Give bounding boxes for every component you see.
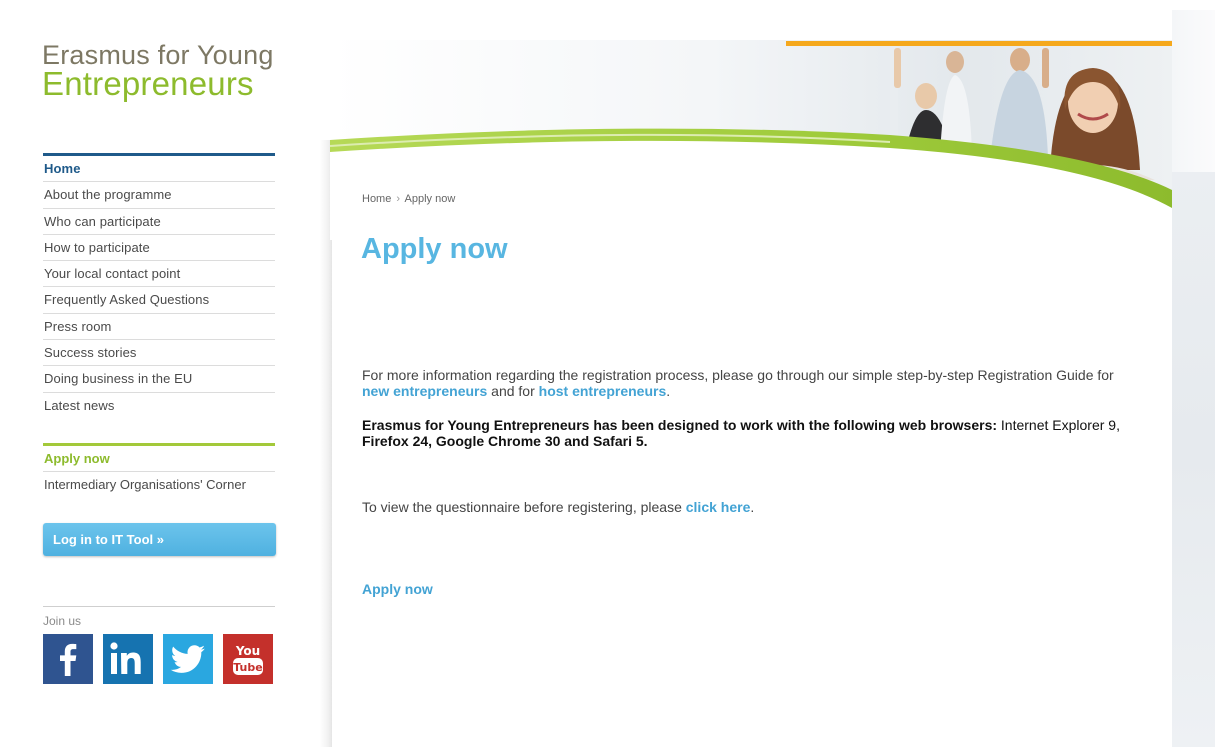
twitter-icon[interactable]: [163, 634, 213, 684]
login-it-tool-button[interactable]: Log in to IT Tool »: [43, 523, 276, 556]
page-title: Apply now: [361, 233, 508, 265]
p1-text-a: For more information regarding the regis…: [362, 367, 1114, 383]
nav-item-success-stories[interactable]: Success stories: [43, 340, 275, 367]
svg-text:You: You: [235, 644, 260, 658]
nav-item-press-room[interactable]: Press room: [43, 314, 275, 341]
breadcrumb: Home › Apply now: [362, 193, 455, 205]
p1-text-c: .: [666, 383, 671, 399]
facebook-icon[interactable]: [43, 634, 93, 684]
breadcrumb-separator: ›: [396, 193, 401, 205]
svg-text:Tube: Tube: [233, 661, 262, 674]
youtube-icon[interactable]: You Tube: [223, 634, 273, 684]
registration-info-paragraph: For more information regarding the regis…: [362, 367, 1142, 399]
nav-item-faq[interactable]: Frequently Asked Questions: [43, 287, 275, 314]
host-entrepreneurs-link[interactable]: host entrepreneurs: [539, 383, 667, 399]
gutter-top: [1172, 0, 1215, 10]
nav-item-doing-business[interactable]: Doing business in the EU: [43, 366, 275, 393]
social-links: You Tube: [43, 634, 273, 684]
site-logo[interactable]: Erasmus for Young Entrepreneurs: [42, 42, 274, 102]
p2-bold-2: Firefox 24, Google Chrome 30 and Safari …: [362, 433, 648, 449]
nav-item-how-to-participate[interactable]: How to participate: [43, 235, 275, 262]
nav-item-who-can-participate[interactable]: Who can participate: [43, 209, 275, 235]
browser-support-paragraph: Erasmus for Young Entrepreneurs has been…: [362, 417, 1142, 449]
p3-end: .: [750, 499, 755, 515]
logo-line-2: Entrepreneurs: [42, 65, 254, 102]
new-entrepreneurs-link[interactable]: new entrepreneurs: [362, 383, 487, 399]
right-gutter: [1172, 0, 1215, 747]
p2-bold: Erasmus for Young Entrepreneurs has been…: [362, 417, 998, 433]
gutter-mid: [1172, 10, 1215, 172]
secondary-nav: Apply now Intermediary Organisations' Co…: [43, 443, 275, 499]
questionnaire-paragraph: To view the questionnaire before registe…: [362, 499, 1142, 515]
nav-item-about[interactable]: About the programme: [43, 182, 275, 209]
join-us-section: Join us: [43, 606, 275, 628]
nav-item-home[interactable]: Home: [43, 156, 275, 183]
p2-text-a: Internet Explorer 9,: [997, 417, 1120, 433]
nav-item-apply-now[interactable]: Apply now: [43, 446, 275, 473]
click-here-link[interactable]: click here: [686, 499, 751, 515]
linkedin-icon[interactable]: [103, 634, 153, 684]
nav-item-intermediary-corner[interactable]: Intermediary Organisations' Corner: [43, 472, 275, 498]
nav-item-local-contact[interactable]: Your local contact point: [43, 261, 275, 288]
p3-text: To view the questionnaire before registe…: [362, 499, 686, 515]
banner-illustration: [330, 40, 1172, 240]
primary-nav: Home About the programme Who can partici…: [43, 153, 275, 419]
nav-item-latest-news[interactable]: Latest news: [43, 393, 275, 419]
banner-accent-line: [786, 41, 1172, 46]
join-us-label: Join us: [43, 614, 82, 628]
breadcrumb-home[interactable]: Home: [362, 193, 391, 205]
p1-text-b: and for: [487, 383, 539, 399]
header-banner: [330, 40, 1172, 240]
breadcrumb-current: Apply now: [404, 193, 456, 205]
apply-now-link[interactable]: Apply now: [362, 581, 433, 597]
